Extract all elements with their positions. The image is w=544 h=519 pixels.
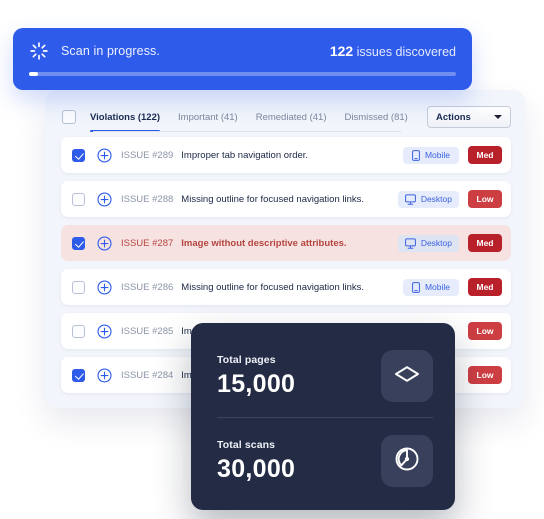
stat-total-scans-label: Total scans (217, 438, 276, 451)
select-all-checkbox[interactable] (62, 110, 76, 124)
diamond-icon-container (381, 350, 433, 402)
issue-row-checkbox[interactable] (72, 236, 85, 250)
issue-title: Improper tab navigation order. (181, 149, 309, 161)
actions-dropdown-label: Actions (436, 111, 471, 123)
table-row[interactable]: ISSUE #287 Image without descriptive attr… (61, 225, 511, 261)
issue-id: ISSUE #289 (121, 149, 174, 161)
diamond-icon (393, 364, 421, 389)
scan-banner-row: Scan in progress. 122 issues discovered (29, 39, 456, 63)
issue-tab-2[interactable]: Remediated (41) (256, 112, 337, 132)
device-chip: Mobile (403, 278, 459, 296)
issue-id: ISSUE #288 (121, 193, 174, 205)
issue-row-checkbox[interactable] (72, 280, 85, 294)
issue-tabs: Violations (122) Important (41) Remediated… (90, 102, 426, 132)
issue-tab-3[interactable]: Dismissed (81) (344, 112, 417, 132)
scan-status-text: Scan in progress. (61, 44, 160, 58)
plus-circle-icon[interactable] (85, 147, 112, 163)
device-chip-label: Desktop (420, 238, 452, 248)
status-badge: Low (468, 366, 502, 384)
mobile-icon (412, 149, 425, 161)
issue-id: ISSUE #287 (121, 237, 174, 249)
issue-tab-label: Remediated (41) (255, 112, 327, 123)
table-row[interactable]: ISSUE #288 Missing outline for focused na… (61, 181, 511, 217)
desktop-icon (404, 193, 421, 205)
issue-tab-label: Violations (122) (90, 112, 161, 123)
plus-circle-icon[interactable] (85, 367, 112, 383)
device-chip-label: Desktop (420, 194, 452, 204)
app-root: Scan in progress. 122 issues discovered … (0, 0, 544, 519)
status-badge: Med (468, 234, 502, 252)
issue-row-checkbox[interactable] (72, 148, 85, 162)
stat-total-pages-label: Total pages (217, 353, 276, 366)
table-row[interactable]: ISSUE #289 Improper tab navigation order.… (61, 137, 511, 173)
device-chip-label: Mobile (424, 282, 451, 292)
stats-overlay-card: Total pages 15,000 Total scans 30,000 (191, 323, 455, 510)
desktop-icon (404, 237, 421, 249)
issues-count-number: 122 (329, 43, 354, 59)
issue-row-checkbox[interactable] (72, 192, 85, 206)
issue-title: Missing outline for focused navigation l… (181, 193, 365, 205)
scan-progress-fill (29, 72, 38, 76)
actions-dropdown[interactable]: Actions (427, 106, 511, 128)
stat-total-scans: Total scans 30,000 (217, 426, 433, 496)
tabs-divider (93, 131, 401, 132)
issue-tab-label: Important (41) (178, 112, 238, 123)
issues-discovered-count: 122 issues discovered (330, 43, 456, 59)
issue-id: ISSUE #286 (121, 281, 174, 293)
radar-scan-icon (393, 445, 421, 478)
device-chip-label: Mobile (424, 150, 451, 160)
status-badge: Med (468, 278, 502, 296)
plus-circle-icon[interactable] (85, 279, 112, 295)
issues-count-suffix: issues discovered (353, 45, 456, 59)
spinner-icon (29, 41, 49, 61)
issue-id: ISSUE #284 (121, 369, 174, 381)
status-badge: Low (468, 322, 502, 340)
stat-total-pages-value: 15,000 (217, 369, 296, 398)
scan-progress-banner: Scan in progress. 122 issues discovered (13, 28, 472, 90)
device-chip: Desktop (397, 234, 459, 252)
stat-total-scans-text: Total scans 30,000 (217, 439, 381, 484)
status-badge: Low (468, 190, 502, 208)
stat-total-scans-value: 30,000 (217, 454, 296, 483)
stats-divider (217, 417, 433, 418)
stat-total-pages: Total pages 15,000 (217, 341, 433, 411)
status-badge: Med (468, 146, 502, 164)
plus-circle-icon[interactable] (85, 235, 112, 251)
mobile-icon (412, 281, 425, 293)
issue-title: Image without descriptive attributes. (181, 237, 347, 249)
issue-row-checkbox[interactable] (72, 368, 85, 382)
plus-circle-icon[interactable] (85, 323, 112, 339)
table-row[interactable]: ISSUE #286 Missing outline for focused na… (61, 269, 511, 305)
chevron-down-icon (494, 115, 502, 119)
issue-id: ISSUE #285 (121, 325, 174, 337)
plus-circle-icon[interactable] (85, 191, 112, 207)
device-chip: Desktop (397, 190, 459, 208)
issue-title: Missing outline for focused navigation l… (181, 281, 365, 293)
issue-tab-label: Dismissed (81) (344, 112, 408, 123)
radar-scan-icon-container (381, 435, 433, 487)
issue-tab-0[interactable]: Violations (122) (90, 112, 170, 132)
issue-tab-1[interactable]: Important (41) (178, 112, 248, 132)
device-chip: Mobile (403, 146, 459, 164)
stat-total-pages-text: Total pages 15,000 (217, 354, 381, 399)
scan-progress-bar (29, 72, 456, 76)
issue-row-checkbox[interactable] (72, 324, 85, 338)
issues-toolbar: Violations (122) Important (41) Remediated… (62, 102, 511, 132)
